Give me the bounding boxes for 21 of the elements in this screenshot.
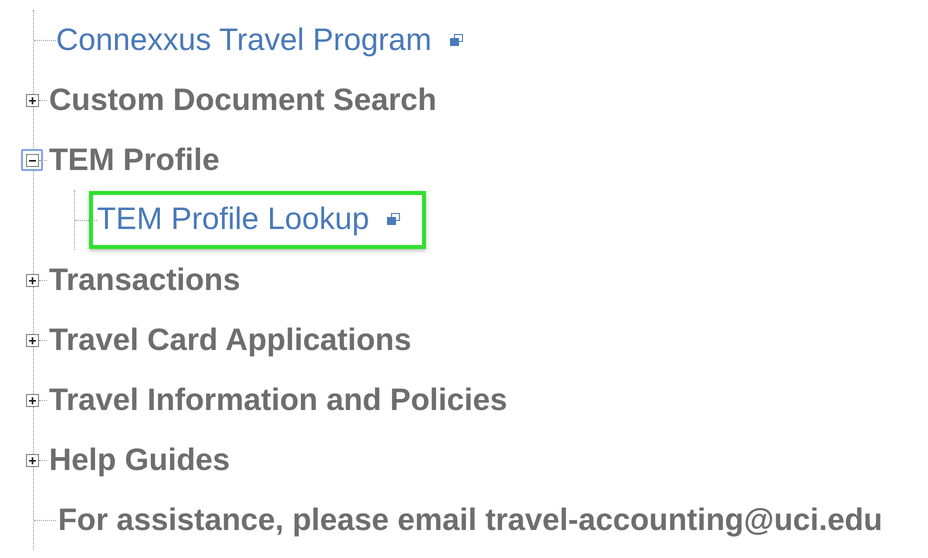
minus-icon [26,154,38,166]
expand-toggle[interactable] [26,274,39,286]
plus-icon [26,454,39,466]
tree-folder-label[interactable]: Custom Document Search [49,82,437,118]
tree-folder-label[interactable]: Transactions [49,262,240,298]
tree-link[interactable]: Connexxus Travel Program [56,22,463,58]
tree-folder-label[interactable]: Help Guides [49,442,230,478]
plus-icon [26,274,39,286]
tree-link[interactable]: TEM Profile Lookup [89,191,426,249]
expand-toggle[interactable] [26,394,39,406]
tree-folder-label[interactable]: TEM Profile [49,142,220,178]
tree-folder-label[interactable]: Travel Card Applications [49,322,412,358]
expand-toggle[interactable] [21,149,43,171]
expand-toggle[interactable] [26,94,39,106]
plus-icon [26,394,39,406]
expand-toggle[interactable] [26,334,39,346]
expand-toggle[interactable] [26,454,39,466]
tree-folder-label[interactable]: Travel Information and Policies [49,382,508,418]
assistance-text: For assistance, please email travel-accounting@uci.edu [58,502,882,538]
plus-icon [26,334,39,346]
plus-icon [26,94,39,106]
